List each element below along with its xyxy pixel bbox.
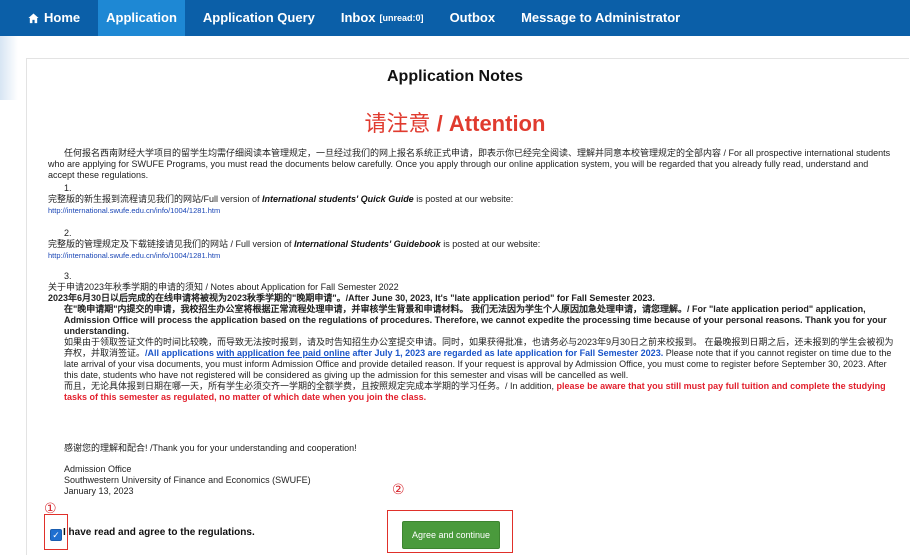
- note-item-3: 3. 关于申请2023年秋季学期的申请的须知 / Notes about App…: [48, 271, 896, 403]
- agree-continue-button[interactable]: Agree and continue: [402, 521, 500, 549]
- nav-application-label: Application: [106, 10, 177, 25]
- intro-paragraph: 任何报名西南财经大学项目的留学生均需仔细阅读本管理规定，一旦经过我们的网上报名系…: [48, 148, 896, 181]
- nav-inbox[interactable]: Inbox [unread:0]: [333, 0, 432, 36]
- item3-p5-pre: 而且，无论具体报到日期在哪一天，所有学生必须交齐一学期的全额学费，且按照规定完成…: [64, 381, 557, 391]
- item2-em: International Students' Guidebook: [294, 239, 441, 249]
- nav-outbox[interactable]: Outbox: [442, 0, 504, 36]
- top-navbar: Home Application Application Query Inbox…: [0, 0, 910, 36]
- signature-office: Admission Office: [64, 464, 132, 474]
- item3-p4-blue-underlined: with application fee paid online: [216, 348, 351, 358]
- attention-en: Attention: [448, 111, 546, 136]
- item1-text: 完整版的新生报到流程请见我们的网站/Full version of Intern…: [48, 194, 896, 205]
- item3-p4-blue1: /All applications: [145, 348, 217, 358]
- nav-menu: Home Application Application Query Inbox…: [20, 0, 698, 36]
- note-item-1: 1. 完整版的新生报到流程请见我们的网站/Full version of Int…: [48, 183, 896, 216]
- agree-label[interactable]: I have read and agree to the regulations…: [63, 527, 255, 538]
- intro-text: 任何报名西南财经大学项目的留学生均需仔细阅读本管理规定，一旦经过我们的网上报名系…: [48, 148, 891, 180]
- agree-checkbox[interactable]: ✓: [50, 529, 62, 541]
- item3-line1: 关于申请2023年秋季学期的申请的须知 / Notes about Applic…: [48, 282, 399, 292]
- item2-text: 完整版的管理规定及下载链接请见我们的网站 / Full version of I…: [48, 239, 896, 250]
- annotation-marker-2: ②: [392, 482, 405, 498]
- note-item-2: 2. 完整版的管理规定及下载链接请见我们的网站 / Full version o…: [48, 228, 896, 261]
- item3-p4-blue2: after July 1, 2023 are regarded as late …: [350, 348, 664, 358]
- nav-inbox-label: Inbox: [340, 10, 376, 25]
- thanks-note: 感谢您的理解和配合! /Thank you for your understan…: [48, 443, 896, 454]
- signature-block: Admission Office Southwestern University…: [48, 464, 896, 497]
- signature-university: Southwestern University of Finance and E…: [64, 475, 311, 485]
- item1-post: is posted at our website:: [413, 194, 514, 204]
- thanks-text: 感谢您的理解和配合! /Thank you for your understan…: [64, 443, 357, 453]
- nav-home-label: Home: [44, 10, 81, 25]
- nav-application-query[interactable]: Application Query: [195, 0, 323, 36]
- item2-pre: 完整版的管理规定及下载链接请见我们的网站 / Full version of: [48, 239, 295, 249]
- nav-home[interactable]: Home: [20, 0, 88, 36]
- item3-number: 3.: [64, 271, 72, 281]
- item3-paragraph5: 而且，无论具体报到日期在哪一天，所有学生必须交齐一学期的全额学费，且按照规定完成…: [48, 381, 896, 403]
- item3-paragraph4: 如果由于领取签证文件的时间比较晚，而导致无法按时报到，请及时告知招生办公室提交申…: [48, 337, 896, 381]
- nav-message-admin[interactable]: Message to Administrator: [513, 0, 688, 36]
- nav-application[interactable]: Application: [98, 0, 185, 36]
- item1-pre: 完整版的新生报到流程请见我们的网站/Full version of: [48, 194, 263, 204]
- item2-link[interactable]: http://international.swufe.edu.cn/info/1…: [48, 250, 896, 261]
- nav-application-query-label: Application Query: [202, 10, 315, 25]
- item3-line3: 在"晚申请期"内提交的申请，我校招生办公室将根据正常流程处理申请，并审核学生背景…: [64, 304, 887, 336]
- nav-outbox-label: Outbox: [449, 10, 496, 25]
- inbox-unread-badge: [unread:0]: [379, 13, 424, 23]
- item2-post: is posted at our website:: [440, 239, 541, 249]
- page-title: Application Notes: [386, 68, 523, 85]
- home-icon: [28, 12, 39, 23]
- item3-line2: 2023年6月30日以后完成的在线申请将被视为2023秋季学期的"晚期申请"。/…: [48, 293, 655, 303]
- item1-em: International students' Quick Guide: [262, 194, 414, 204]
- item2-number: 2.: [64, 228, 72, 238]
- signature-date: January 13, 2023: [64, 486, 134, 496]
- item1-number: 1.: [64, 183, 72, 193]
- attention-cn: 请注意: [364, 112, 431, 137]
- nav-message-admin-label: Message to Administrator: [521, 10, 681, 25]
- attention-heading: 请注意 / Attention: [0, 106, 910, 138]
- attention-sep: /: [430, 111, 449, 136]
- item1-link[interactable]: http://international.swufe.edu.cn/info/1…: [48, 205, 896, 216]
